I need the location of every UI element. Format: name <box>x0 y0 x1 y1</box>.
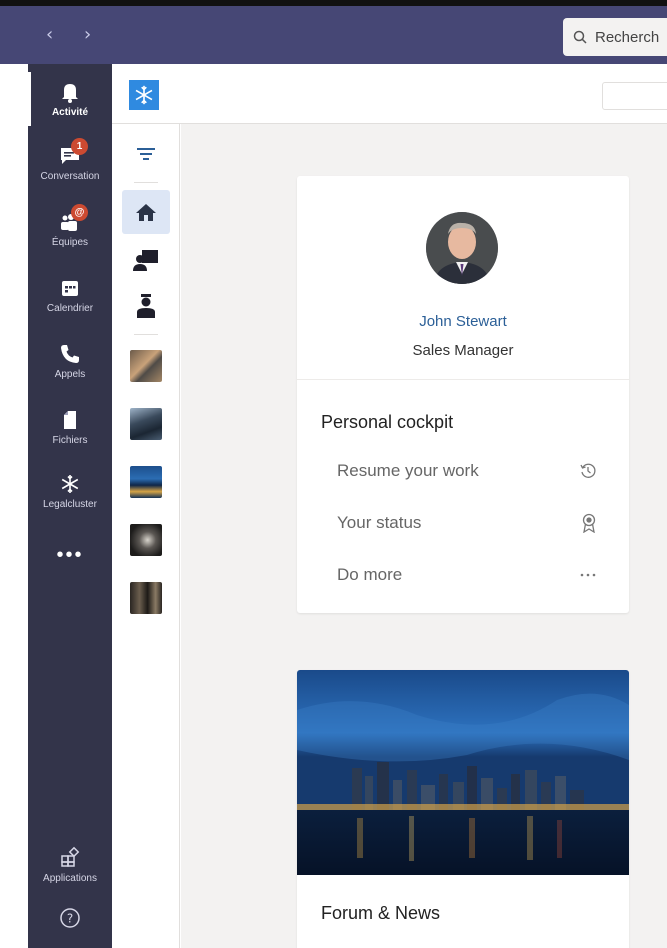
workspace-thumbnail[interactable] <box>122 344 170 388</box>
ellipsis-icon <box>580 573 596 577</box>
filter-icon <box>137 148 155 160</box>
presenter-icon <box>133 250 158 271</box>
rail-item-legalcluster[interactable]: Legalcluster <box>28 472 112 510</box>
home-button[interactable] <box>122 190 170 234</box>
search-input[interactable]: Recherch <box>563 18 667 56</box>
app-subnav <box>112 124 180 948</box>
app-header <box>112 64 667 124</box>
cockpit-do-more[interactable]: Do more <box>337 560 597 590</box>
profile-name[interactable]: John Stewart <box>297 313 629 330</box>
avatar <box>426 212 498 284</box>
title-bar: ‹ › Recherch <box>0 0 667 64</box>
unread-badge: 1 <box>71 138 88 155</box>
rail-label: Appels <box>54 369 86 380</box>
file-icon <box>58 408 82 432</box>
rail-label: Legalcluster <box>43 499 97 510</box>
main-content: John Stewart Sales Manager Personal cock… <box>181 124 667 948</box>
phone-icon <box>58 342 82 366</box>
chevron-left-icon[interactable]: ‹ <box>46 24 53 45</box>
skyscraper-thumbnail[interactable] <box>122 576 170 620</box>
rail-label: Calendrier <box>46 303 94 314</box>
divider <box>134 334 158 335</box>
help-button[interactable]: ? <box>28 906 112 933</box>
rail-item-teams[interactable]: @ Équipes <box>28 204 112 248</box>
more-apps-button[interactable]: ••• <box>28 544 112 567</box>
presenter-button[interactable] <box>122 238 170 282</box>
rail-item-activity[interactable]: Activité <box>28 72 112 126</box>
mention-badge: @ <box>71 204 88 221</box>
filter-button[interactable] <box>122 132 170 176</box>
profile-card: John Stewart Sales Manager Personal cock… <box>297 176 629 613</box>
news-card[interactable]: Forum & News <box>297 670 629 948</box>
profile-button[interactable] <box>122 284 170 328</box>
cockpit-resume-work[interactable]: Resume your work <box>337 456 597 486</box>
rail-item-applications[interactable]: Applications <box>28 846 112 884</box>
rail-item-calls[interactable]: Appels <box>28 342 112 380</box>
apps-icon <box>58 846 82 870</box>
user-icon <box>137 294 155 318</box>
snowflake-icon <box>135 85 153 105</box>
chat-icon: 1 <box>58 138 88 168</box>
rail-label: Applications <box>43 873 97 884</box>
cockpit-title: Personal cockpit <box>321 412 454 432</box>
header-field[interactable] <box>602 82 667 110</box>
help-icon: ? <box>58 906 82 930</box>
city-night-thumbnail[interactable] <box>122 460 170 504</box>
city-skyline-image <box>297 670 629 875</box>
snowflake-icon <box>58 472 82 496</box>
svg-text:?: ? <box>67 912 73 926</box>
divider <box>134 182 158 183</box>
compass-thumbnail[interactable] <box>122 518 170 562</box>
teams-icon: @ <box>58 204 88 234</box>
history-icon <box>580 463 596 478</box>
rail-label: Équipes <box>51 237 89 248</box>
bell-icon <box>58 80 82 104</box>
cockpit-your-status[interactable]: Your status <box>337 508 597 538</box>
buildings-thumbnail[interactable] <box>122 402 170 446</box>
profile-job-title: Sales Manager <box>412 342 514 359</box>
chevron-right-icon[interactable]: › <box>84 24 91 45</box>
search-icon <box>573 30 587 44</box>
cockpit-item-label: Do more <box>337 565 403 584</box>
rail-item-files[interactable]: Fichiers <box>28 408 112 446</box>
app-rail: Activité 1 Conversation @ Équipes Calend… <box>28 64 112 948</box>
window-edge <box>0 64 28 948</box>
calendar-icon <box>58 276 82 300</box>
cockpit-item-label: Resume your work <box>337 461 479 480</box>
badge-ribbon-icon <box>582 513 596 533</box>
rail-label: Conversation <box>40 171 100 182</box>
divider <box>297 379 629 380</box>
rail-label: Fichiers <box>52 435 88 446</box>
search-placeholder: Recherch <box>595 28 660 46</box>
rail-item-calendar[interactable]: Calendrier <box>28 276 112 314</box>
rail-label: Activité <box>51 107 89 118</box>
home-icon <box>136 204 156 221</box>
news-title: Forum & News <box>321 903 441 923</box>
legalcluster-logo[interactable] <box>129 80 159 110</box>
cockpit-item-label: Your status <box>337 513 422 532</box>
rail-item-conversation[interactable]: 1 Conversation <box>28 138 112 182</box>
